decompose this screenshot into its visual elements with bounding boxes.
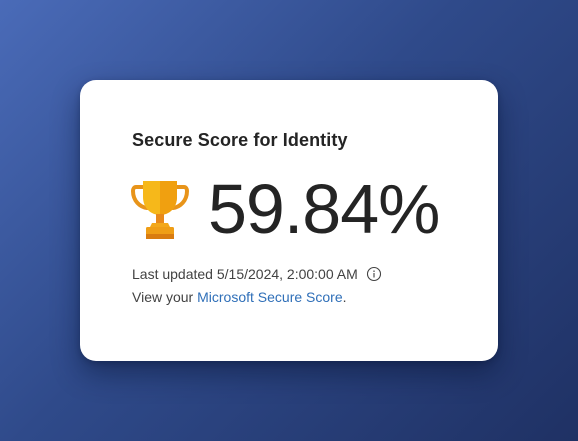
microsoft-secure-score-link[interactable]: Microsoft Secure Score [197, 289, 343, 305]
view-score-row: View your Microsoft Secure Score. [132, 289, 347, 305]
last-updated-label: Last updated [132, 266, 213, 282]
view-prefix-text: View your [132, 289, 198, 305]
card-title: Secure Score for Identity [132, 130, 348, 150]
secure-score-value: 59.84% [208, 170, 440, 248]
view-suffix-text: . [342, 289, 347, 305]
trophy-icon [131, 181, 189, 239]
secure-score-card: Secure Score for Identity 59.84% Last up… [80, 80, 498, 361]
last-updated-row: Last updated 5/15/2024, 2:00:00 AM [132, 266, 382, 282]
info-icon[interactable] [366, 266, 382, 282]
last-updated-value: 5/15/2024, 2:00:00 AM [216, 266, 358, 282]
